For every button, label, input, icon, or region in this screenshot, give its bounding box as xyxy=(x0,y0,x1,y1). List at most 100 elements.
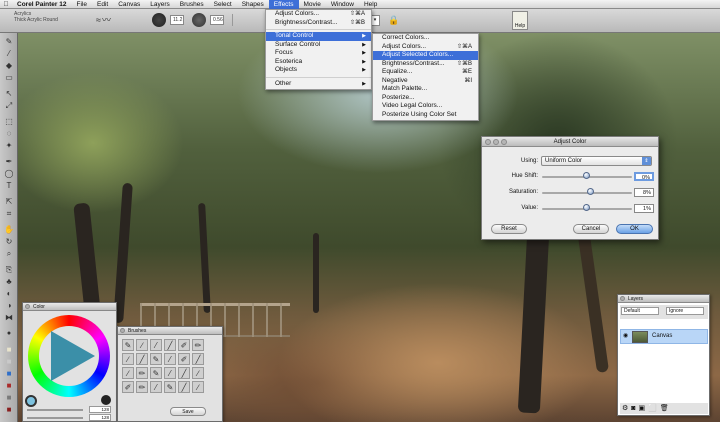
nozzle-selector-icon[interactable]: ■ xyxy=(3,381,15,390)
brush-variant-icon[interactable]: ✏ xyxy=(192,339,204,351)
brush-variant-icon[interactable]: ╱ xyxy=(178,381,190,393)
brush-variant-icon[interactable]: ╱ xyxy=(136,353,148,365)
magic-wand-icon[interactable]: ✦ xyxy=(3,141,15,150)
brush-variant-icon[interactable]: ✏ xyxy=(136,367,148,379)
new-layer-icon[interactable]: ▣ xyxy=(639,405,649,412)
save-brush-button[interactable]: Save xyxy=(170,407,206,416)
menu-help[interactable]: Help xyxy=(359,0,382,9)
color-options-icon[interactable] xyxy=(101,395,111,405)
tonal-video-legal-colors[interactable]: Video Legal Colors... xyxy=(373,102,478,111)
dropper-tool-icon[interactable]: ⁄ xyxy=(3,49,15,58)
menu-movie[interactable]: Movie xyxy=(299,0,326,9)
brush-variant-icon[interactable]: ✎ xyxy=(164,381,176,393)
brush-tool-icon[interactable]: ✎ xyxy=(3,37,15,46)
effects-focus[interactable]: Focus ▶ xyxy=(266,49,371,58)
group-icon[interactable]: ⬜ xyxy=(648,405,660,412)
menu-select[interactable]: Select xyxy=(209,0,237,9)
effects-surface-control[interactable]: Surface Control ▶ xyxy=(266,41,371,50)
lock-icon[interactable]: 🔒 xyxy=(388,15,399,26)
menu-app-name[interactable]: Corel Painter 12 xyxy=(12,0,72,9)
hue-shift-knob[interactable] xyxy=(583,172,590,179)
grabber-tool-icon[interactable]: ✋ xyxy=(3,225,15,234)
eraser-tool-icon[interactable]: ▭ xyxy=(3,73,15,82)
hue-shift-field[interactable]: 0% xyxy=(634,172,654,181)
crop-tool-icon[interactable]: ⌗ xyxy=(3,209,15,218)
brush-variant-icon[interactable]: ⁄ xyxy=(150,339,162,351)
menu-brushes[interactable]: Brushes xyxy=(175,0,209,9)
tonal-negative[interactable]: Negative ⌘I xyxy=(373,77,478,86)
brush-variant-icon[interactable]: ✐ xyxy=(178,353,190,365)
saturation-value-triangle[interactable] xyxy=(51,331,95,381)
brush-stroke-icon[interactable]: ≈〰 xyxy=(96,13,136,27)
cancel-button[interactable]: Cancel xyxy=(573,224,609,234)
help-button[interactable]: Help xyxy=(512,11,528,30)
tonal-posterize[interactable]: Posterize... xyxy=(373,94,478,103)
apple-menu-icon[interactable]:  xyxy=(0,1,12,8)
brush-variant-icon[interactable]: ∕ xyxy=(192,367,204,379)
paint-bucket-icon[interactable]: ◆ xyxy=(3,61,15,70)
magnifier-tool-icon[interactable]: ⌕ xyxy=(3,249,15,258)
close-icon[interactable] xyxy=(120,328,125,333)
color-slider-2[interactable] xyxy=(27,417,83,419)
minimize-icon[interactable] xyxy=(493,139,499,145)
brush-variant-icon[interactable]: ✎ xyxy=(150,353,162,365)
effects-esoterica[interactable]: Esoterica ▶ xyxy=(266,58,371,67)
brush-variant-icon[interactable]: ✏ xyxy=(136,381,148,393)
brush-variant-icon[interactable]: ✎ xyxy=(150,367,162,379)
opacity-field[interactable]: 0.56 xyxy=(210,15,224,25)
main-color-swatch-icon[interactable]: ● xyxy=(3,329,15,338)
brush-variant-icon[interactable]: ✎ xyxy=(122,339,134,351)
rubber-stamp-icon[interactable]: ♣ xyxy=(3,277,15,286)
tonal-equalize[interactable]: Equalize... ⌘E xyxy=(373,68,478,77)
layer-mode-select[interactable]: Ignore xyxy=(666,307,704,315)
tonal-adjust-colors[interactable]: Adjust Colors... ⇧⌘A xyxy=(373,43,478,52)
burn-tool-icon[interactable]: ◑ xyxy=(3,301,15,310)
effects-objects[interactable]: Objects ▶ xyxy=(266,66,371,75)
tonal-correct-colors[interactable]: Correct Colors... xyxy=(373,34,478,43)
close-icon[interactable] xyxy=(485,139,491,145)
size-field[interactable]: 11.2 xyxy=(170,15,184,25)
cloner-tool-icon[interactable]: ⎘ xyxy=(3,265,15,274)
brush-variant-icon[interactable]: ⁄ xyxy=(164,353,176,365)
reset-button[interactable]: Reset xyxy=(491,224,527,234)
tonal-brightness-contrast[interactable]: Brightness/Contrast... ⇧⌘B xyxy=(373,60,478,69)
menu-canvas[interactable]: Canvas xyxy=(113,0,145,9)
transform-tool-icon[interactable]: ⤢ xyxy=(3,101,15,110)
menu-shapes[interactable]: Shapes xyxy=(237,0,269,9)
dodge-tool-icon[interactable]: ◐ xyxy=(3,289,15,298)
lasso-tool-icon[interactable]: ◌ xyxy=(3,129,15,138)
tonal-posterize-color-set[interactable]: Posterize Using Color Set xyxy=(373,111,478,120)
pen-tool-icon[interactable]: ✒ xyxy=(3,157,15,166)
brush-variant-icon[interactable]: ✐ xyxy=(122,381,134,393)
pattern-selector-icon[interactable]: ■ xyxy=(3,369,15,378)
brush-variant-icon[interactable]: ╱ xyxy=(192,353,204,365)
shape-tool-icon[interactable]: ◯ xyxy=(3,169,15,178)
brush-variant-icon[interactable]: ∕ xyxy=(136,339,148,351)
size-dot-icon[interactable] xyxy=(152,13,166,27)
menu-window[interactable]: Window xyxy=(326,0,359,9)
effects-other[interactable]: Other ▶ xyxy=(266,80,371,89)
close-icon[interactable] xyxy=(620,296,625,301)
look-selector-icon[interactable]: ■ xyxy=(3,393,15,402)
effects-adjust-colors[interactable]: Adjust Colors... ⇧⌘A xyxy=(266,10,371,19)
brush-variant-icon[interactable]: ✐ xyxy=(178,339,190,351)
paper-selector-icon[interactable]: ■ xyxy=(3,345,15,354)
brush-variant-icon[interactable]: ╱ xyxy=(164,339,176,351)
brush-selector[interactable]: Acrylics Thick Acrylic Round xyxy=(14,11,84,30)
weaving-selector-icon[interactable]: ■ xyxy=(3,405,15,414)
saturation-field[interactable]: 8% xyxy=(634,188,654,197)
layer-effects-icon[interactable]: ⚙ xyxy=(622,405,631,412)
main-color-icon[interactable] xyxy=(25,395,37,407)
menu-effects[interactable]: Effects xyxy=(268,0,299,9)
ok-button[interactable]: OK xyxy=(616,224,653,234)
effects-tonal-control[interactable]: Tonal Control ▶ xyxy=(266,32,371,41)
brush-variant-icon[interactable]: ∕ xyxy=(192,381,204,393)
opacity-dot-icon[interactable] xyxy=(192,13,206,27)
rotate-page-icon[interactable]: ↻ xyxy=(3,237,15,246)
eye-icon[interactable]: ◉ xyxy=(623,333,630,340)
brush-variant-icon[interactable]: ⁄ xyxy=(150,381,162,393)
tonal-match-palette[interactable]: Match Palette... xyxy=(373,85,478,94)
value-knob[interactable] xyxy=(583,204,590,211)
brush-variant-icon[interactable]: ∕ xyxy=(122,353,134,365)
zoom-icon[interactable] xyxy=(501,139,507,145)
